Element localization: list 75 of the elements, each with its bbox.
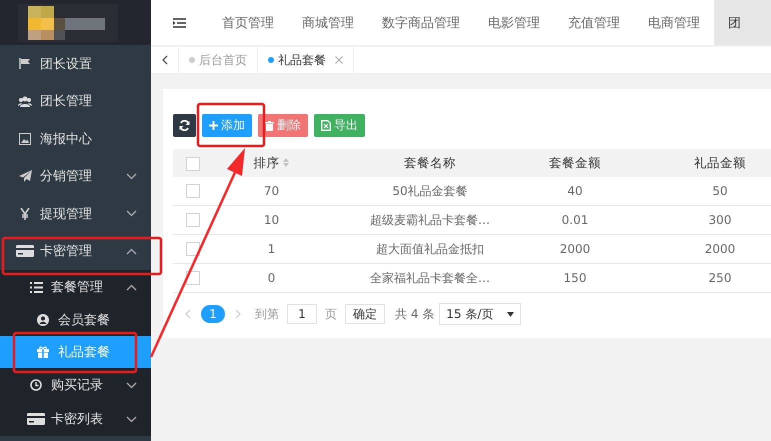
table-cell: 2000 [530,234,620,264]
user-circle-icon [34,314,52,326]
column-header: 礼品金额 [620,149,771,177]
clock-icon [27,379,45,391]
chevron-icon [126,382,137,388]
sidebar-item[interactable]: 套餐管理 [0,270,151,304]
close-icon[interactable] [335,56,343,64]
menu-icon[interactable] [173,18,186,28]
table-cell: 0.01 [530,206,620,234]
nav-tab[interactable]: 商城管理 [288,0,368,45]
next-page-icon[interactable] [235,309,241,319]
sidebar-item[interactable]: 购买记录 [0,368,151,402]
image-icon [16,132,34,145]
gift-icon [34,346,52,358]
column-header: 套餐名称 [330,149,530,177]
sidebar-item[interactable]: 团长设置 [0,45,151,82]
table-cell: 10 [213,206,330,234]
sidebar-item[interactable]: 分销管理 [0,158,151,195]
sidebar-item[interactable]: 卡密列表 [0,402,151,436]
table-cell: 超级麦霸礼品卡套餐… [330,206,530,234]
sort-icon[interactable] [283,158,290,166]
table-cell: 300 [620,206,771,234]
caret-icon [507,312,514,316]
refresh-icon [179,120,190,131]
sidebar-item[interactable]: 团长管理 [0,82,151,120]
table-cell: 2000 [620,234,771,264]
nav-tab[interactable]: 首页管理 [208,0,288,45]
table-cell: 1 [213,234,330,264]
sidebar-item[interactable]: 提现管理 [0,195,151,232]
highlight-frame [196,102,266,148]
chevron-icon [126,416,137,422]
page-tab[interactable]: 礼品套餐 [258,47,354,73]
goto-label: 到第 [255,306,279,322]
trash-icon [265,120,274,130]
plus-icon [209,121,218,130]
chevron-icon [126,172,137,180]
checkbox[interactable] [186,242,200,256]
table-cell: 150 [530,264,620,292]
card-icon [16,245,34,258]
refresh-button[interactable] [173,114,196,137]
table-cell: 50 [620,177,771,206]
table-cell: 全家福礼品卡套餐全… [330,264,530,292]
chevron-icon [126,210,137,218]
file-icon [321,120,331,131]
table-cell: 0 [213,264,330,292]
sidebar-item[interactable]: 卡密管理 [0,232,151,270]
column-header: 套餐金额 [530,149,620,177]
table-cell: 40 [530,177,620,206]
column-header[interactable]: 排序 [213,149,330,177]
sidebar-item[interactable]: 海报中心 [0,120,151,158]
prev-page-icon[interactable] [185,309,191,319]
checkbox[interactable] [186,184,200,198]
chevron-icon [126,248,137,255]
nav-tab[interactable]: 数字商品管理 [368,0,474,45]
nav-tab[interactable]: 充值管理 [554,0,634,45]
list-icon [27,282,45,292]
table-cell: 70 [213,177,330,206]
table-cell: 超大面值礼品金抵扣 [330,234,530,264]
nav-tab[interactable]: 电商管理 [634,0,714,45]
checkbox[interactable] [186,213,200,228]
page-size-select[interactable]: 15 条/页 [439,303,522,325]
confirm-button[interactable]: 确定 [345,304,385,324]
table-cell: 250 [620,264,771,292]
checkbox[interactable] [186,156,200,171]
table-cell: 50礼品金套餐 [330,177,530,206]
card-icon [27,413,45,425]
page-input[interactable]: 1 [287,304,317,324]
sidebar-item[interactable]: 会员套餐 [0,304,151,336]
page-unit: 页 [325,306,337,322]
nav-tab[interactable]: 电影管理 [474,0,554,45]
chevron-icon [126,284,137,290]
users-icon [16,96,34,107]
nav-tab[interactable]: 团 [714,0,771,45]
total-count: 共 4 条 [395,306,434,322]
back-icon[interactable] [162,55,168,65]
